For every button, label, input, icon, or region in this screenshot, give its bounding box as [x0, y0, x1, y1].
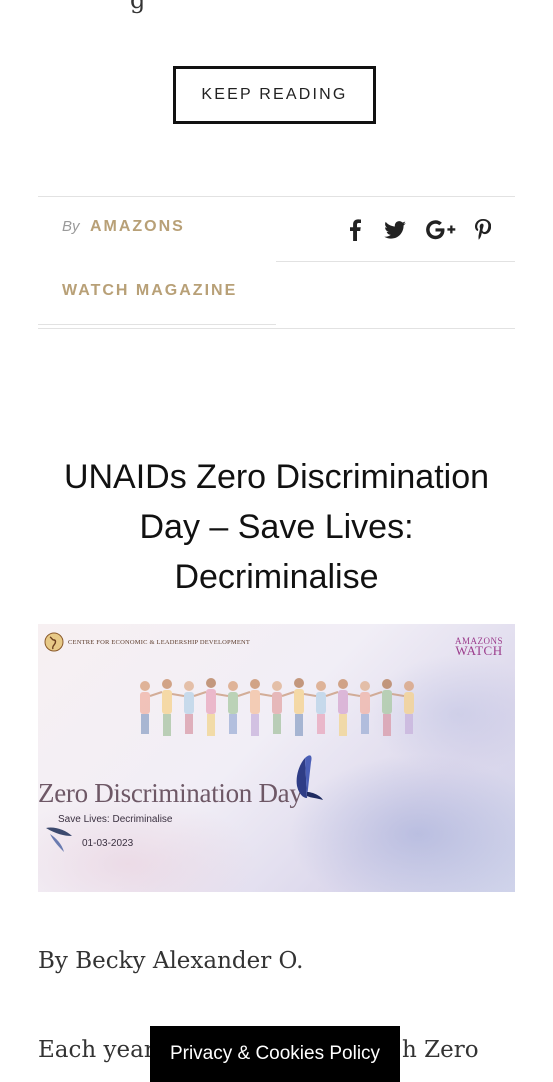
people-illustration: [140, 678, 414, 736]
post-featured-image[interactable]: CENTRE FOR ECONOMIC & LEADERSHIP DEVELOP…: [38, 624, 515, 892]
butterfly-icon: [46, 827, 72, 852]
brand-line2: WATCH: [455, 643, 503, 658]
divider: [38, 328, 515, 329]
google-plus-icon[interactable]: [426, 218, 456, 242]
event-title: Zero Discrimination Day: [38, 778, 303, 808]
event-date: 01-03-2023: [82, 838, 134, 849]
post-paragraph-start: Each year: [38, 1037, 155, 1063]
event-tagline: Save Lives: Decriminalise: [58, 814, 173, 825]
privacy-cookies-policy-button[interactable]: Privacy & Cookies Policy: [150, 1026, 400, 1082]
butterfly-icon: [296, 755, 323, 800]
pinterest-icon[interactable]: [475, 218, 491, 242]
facebook-icon[interactable]: [348, 218, 362, 242]
author-link[interactable]: AMAZONS: [90, 218, 185, 235]
divider: [38, 324, 276, 325]
divider: [38, 196, 515, 197]
brand-logo: AMAZONS WATCH: [455, 636, 503, 659]
post-author-byline: By AMAZONS: [62, 218, 185, 236]
post-paragraph-end: h Zero: [402, 1037, 479, 1063]
divider: [276, 261, 515, 262]
post-title[interactable]: UNAIDs Zero Discrimination Day – Save Li…: [38, 452, 515, 602]
post-byline-paragraph: By Becky Alexander O.: [38, 948, 304, 974]
org-logo: CENTRE FOR ECONOMIC & LEADERSHIP DEVELOP…: [44, 632, 250, 652]
globe-icon: [44, 632, 64, 652]
by-label: By: [62, 218, 80, 235]
twitter-icon[interactable]: [384, 218, 406, 242]
keep-reading-button[interactable]: KEEP READING: [173, 66, 376, 124]
previous-post-text-fragment: g: [130, 0, 146, 14]
author-link-continued[interactable]: WATCH MAGAZINE: [62, 282, 237, 300]
org-name: CENTRE FOR ECONOMIC & LEADERSHIP DEVELOP…: [68, 638, 251, 646]
